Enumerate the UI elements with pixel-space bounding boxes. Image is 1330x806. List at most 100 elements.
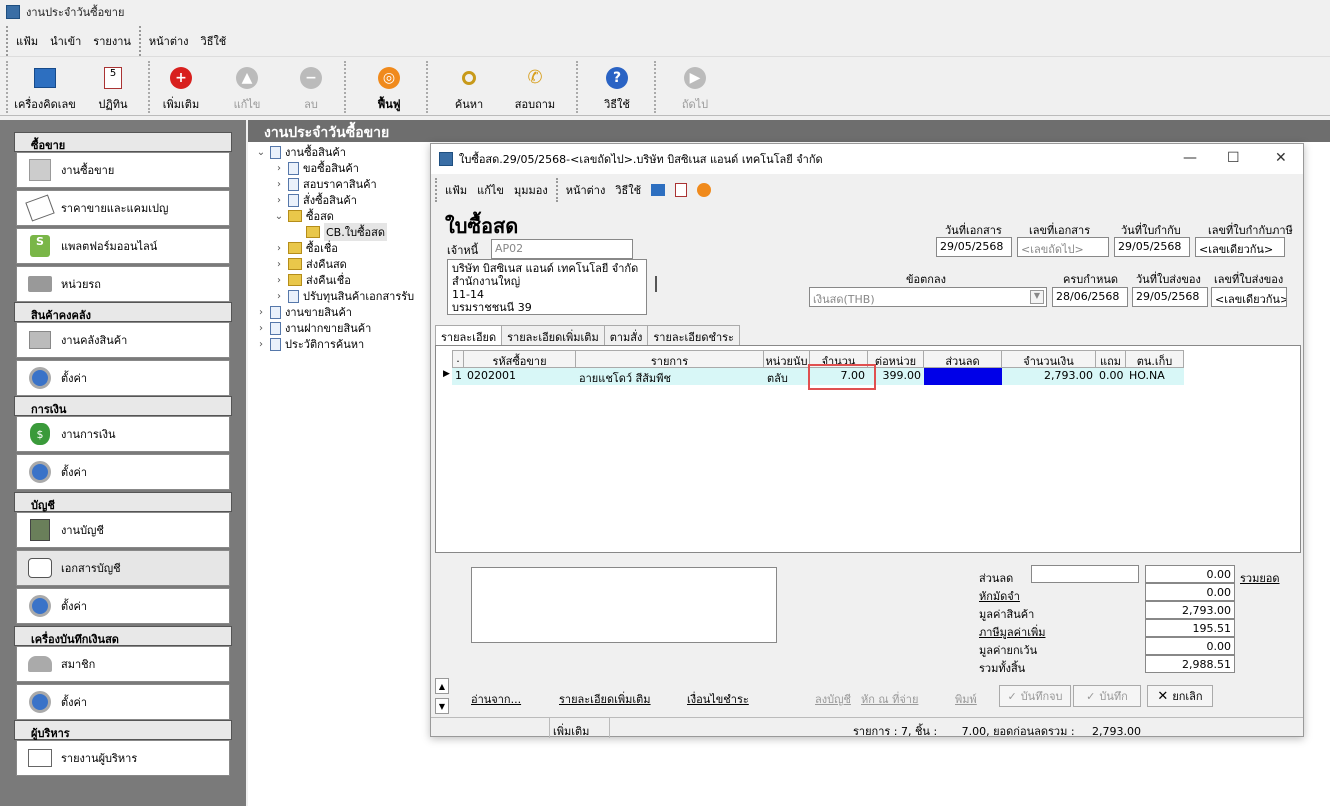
- creditor-code-field[interactable]: AP02: [491, 239, 633, 259]
- tree-node-consignment[interactable]: › งานฝากขายสินค้า: [256, 320, 371, 336]
- tree-node-order[interactable]: › สั่งซื้อสินค้า: [274, 192, 357, 208]
- sidebar-item-online-platform[interactable]: S แพลตฟอร์มออนไลน์: [16, 228, 230, 264]
- col-free[interactable]: แถม: [1096, 350, 1126, 368]
- calculator-icon[interactable]: [651, 184, 666, 196]
- tree-node-search-history[interactable]: › ประวัติการค้นหา: [256, 336, 364, 352]
- col-location[interactable]: ตน.เก็บ: [1126, 350, 1184, 368]
- deliver-date-field[interactable]: 29/05/2568: [1132, 287, 1208, 307]
- tree-node-cb-cash-purchase[interactable]: CB.ใบซื้อสด: [292, 223, 388, 241]
- sidebar-item-inventory-settings[interactable]: ตั้งค่า: [16, 360, 230, 396]
- menu-help[interactable]: วิธีใช้: [615, 181, 641, 199]
- creditor-address[interactable]: บริษัท บิสซิเนส แอนด์ เทคโนโลยี จำกัด สำ…: [447, 259, 647, 315]
- add-button[interactable]: + เพิ่มเติม: [146, 61, 216, 113]
- menu-import[interactable]: นำเข้า: [50, 32, 81, 50]
- tree-node-cash-purchase[interactable]: ⌄ ซื้อสด: [274, 208, 334, 224]
- sidebar-item-members[interactable]: สมาชิก: [16, 646, 230, 682]
- sidebar-item-vehicle-unit[interactable]: หน่วยรถ: [16, 266, 230, 302]
- calendar-icon[interactable]: [675, 183, 688, 197]
- sidebar-item-accounting-docs[interactable]: เอกสารบัญชี: [16, 550, 230, 586]
- total-link[interactable]: รวมยอด: [1240, 569, 1280, 587]
- menu-edit[interactable]: แก้ไข: [477, 181, 504, 199]
- sidebar-item-warehouse[interactable]: งานคลังสินค้า: [16, 322, 230, 358]
- check-icon: ✓: [1007, 689, 1017, 703]
- sidebar-section-finance[interactable]: การเงิน: [14, 396, 232, 416]
- doc-date-field[interactable]: 29/05/2568: [936, 237, 1012, 257]
- tab-detail[interactable]: รายละเอียด: [435, 325, 503, 345]
- tree-node-credit-return[interactable]: › ส่งคืนเชื่อ: [274, 272, 351, 288]
- inquire-button[interactable]: ✆ สอบถาม: [500, 61, 570, 113]
- tree-node-request[interactable]: › ขอซื้อสินค้า: [274, 160, 359, 176]
- col-code[interactable]: รหัสซื้อขาย: [464, 350, 576, 368]
- tree-node-purchase[interactable]: ⌄ งานซื้อสินค้า: [256, 144, 346, 160]
- delete-button[interactable]: − ลบ: [276, 61, 346, 113]
- menu-report[interactable]: รายงาน: [93, 32, 131, 50]
- sidebar-item-accounting-work[interactable]: งานบัญชี: [16, 512, 230, 548]
- col-unit[interactable]: หน่วยนับ: [764, 350, 810, 368]
- tree-node-quotation[interactable]: › สอบราคาสินค้า: [274, 176, 377, 192]
- print-link[interactable]: พิมพ์: [955, 690, 977, 708]
- col-discount[interactable]: ส่วนลด: [924, 350, 1002, 368]
- discount-input[interactable]: [1031, 565, 1139, 583]
- scroll-down-icon[interactable]: ▼: [435, 698, 449, 714]
- calculator-button[interactable]: เครื่องคิดเลข: [10, 61, 80, 113]
- search-button[interactable]: ค้นหา: [434, 61, 504, 113]
- tab-payment-detail[interactable]: รายละเอียดชำระ: [647, 325, 740, 345]
- calendar-button[interactable]: 5 ปฏิทิน: [78, 61, 148, 113]
- menu-file[interactable]: แฟ้ม: [445, 181, 467, 199]
- vat-link[interactable]: ภาษีมูลค่าเพิ่ม: [979, 623, 1045, 641]
- menu-file[interactable]: แฟ้ม: [16, 32, 38, 50]
- help-button[interactable]: ? วิธีใช้: [582, 61, 652, 113]
- menu-window[interactable]: หน้าต่าง: [149, 32, 189, 50]
- deliver-no-field[interactable]: <เลขเดียวกัน>: [1211, 287, 1287, 307]
- restore-button[interactable]: ◎ ฟื้นฟู: [354, 61, 424, 113]
- sidebar-item-register-settings[interactable]: ตั้งค่า: [16, 684, 230, 720]
- tax-no-field[interactable]: <เลขเดียวกัน>: [1195, 237, 1285, 257]
- sidebar-item-finance-settings[interactable]: ตั้งค่า: [16, 454, 230, 490]
- save-button[interactable]: ✓ บันทึก: [1073, 685, 1141, 707]
- sidebar-item-finance-work[interactable]: $ งานการเงิน: [16, 416, 230, 452]
- scroll-up-icon[interactable]: ▲: [435, 678, 449, 694]
- withholding-link[interactable]: หัก ณ ที่จ่าย: [861, 690, 918, 708]
- tree-node-cost-adjust[interactable]: › ปรับทุนสินค้าเอกสารรับ: [274, 288, 414, 304]
- deliver-date-label: วันที่ใบส่งของ: [1136, 273, 1201, 286]
- sidebar-section-executive[interactable]: ผู้บริหาร: [14, 720, 232, 740]
- more-detail-link[interactable]: รายละเอียดเพิ่มเติม: [559, 690, 651, 708]
- doc-no-field[interactable]: <เลขถัดไป>: [1017, 237, 1109, 257]
- payment-cond-link[interactable]: เงื่อนไขชำระ: [687, 690, 749, 708]
- menu-window[interactable]: หน้าต่าง: [566, 181, 606, 199]
- sidebar-item-trade-work[interactable]: งานซื้อขาย: [16, 152, 230, 188]
- sidebar-section-inventory[interactable]: สินค้าคงคลัง: [14, 302, 232, 322]
- post-link[interactable]: ลงบัญชี: [815, 690, 851, 708]
- col-item[interactable]: รายการ: [576, 350, 764, 368]
- close-icon[interactable]: ✕: [1275, 150, 1287, 166]
- read-from-link[interactable]: อ่านจาก...: [471, 690, 521, 708]
- terms-select[interactable]: เงินสด(THB) ▼: [809, 287, 1047, 307]
- restore-icon[interactable]: [697, 183, 712, 197]
- sidebar-item-executive-report[interactable]: รายงานผู้บริหาร: [16, 740, 230, 776]
- col-amount[interactable]: จำนวนเงิน: [1002, 350, 1096, 368]
- sidebar-section-accounting[interactable]: บัญชี: [14, 492, 232, 512]
- tab-as-ordered[interactable]: ตามสั่ง: [603, 325, 649, 345]
- sidebar-section-trade[interactable]: ซื้อขาย: [14, 132, 232, 152]
- tree-node-credit-purchase[interactable]: › ซื้อเชื่อ: [274, 240, 338, 256]
- sidebar-section-cash-register[interactable]: เครื่องบันทึกเงินสด: [14, 626, 232, 646]
- tree-node-cash-return[interactable]: › ส่งคืนสด: [274, 256, 347, 272]
- cancel-button[interactable]: ✕ ยกเลิก: [1147, 685, 1213, 707]
- col-unit-price[interactable]: ต่อหน่วย: [868, 350, 924, 368]
- deposit-link[interactable]: หักมัดจำ: [979, 587, 1020, 605]
- minimize-icon[interactable]: —: [1183, 150, 1197, 166]
- tax-date-field[interactable]: 29/05/2568: [1114, 237, 1190, 257]
- chevron-down-icon[interactable]: ▼: [1030, 290, 1044, 304]
- memo-field[interactable]: [471, 567, 777, 643]
- sidebar-item-accounting-settings[interactable]: ตั้งค่า: [16, 588, 230, 624]
- due-field[interactable]: 28/06/2568: [1052, 287, 1128, 307]
- edit-button[interactable]: ▲ แก้ไข: [212, 61, 282, 113]
- next-button[interactable]: ▶ ถัดไป: [660, 61, 730, 113]
- maximize-icon[interactable]: ☐: [1227, 150, 1240, 166]
- tree-node-sales[interactable]: › งานขายสินค้า: [256, 304, 352, 320]
- sidebar-item-price-campaign[interactable]: ราคาขายและแคมเปญ: [16, 190, 230, 226]
- menu-view[interactable]: มุมมอง: [514, 181, 548, 199]
- tab-more-detail[interactable]: รายละเอียดเพิ่มเติม: [501, 325, 605, 345]
- save-close-button[interactable]: ✓ บันทึกจบ: [999, 685, 1071, 707]
- menu-help[interactable]: วิธีใช้: [201, 32, 227, 50]
